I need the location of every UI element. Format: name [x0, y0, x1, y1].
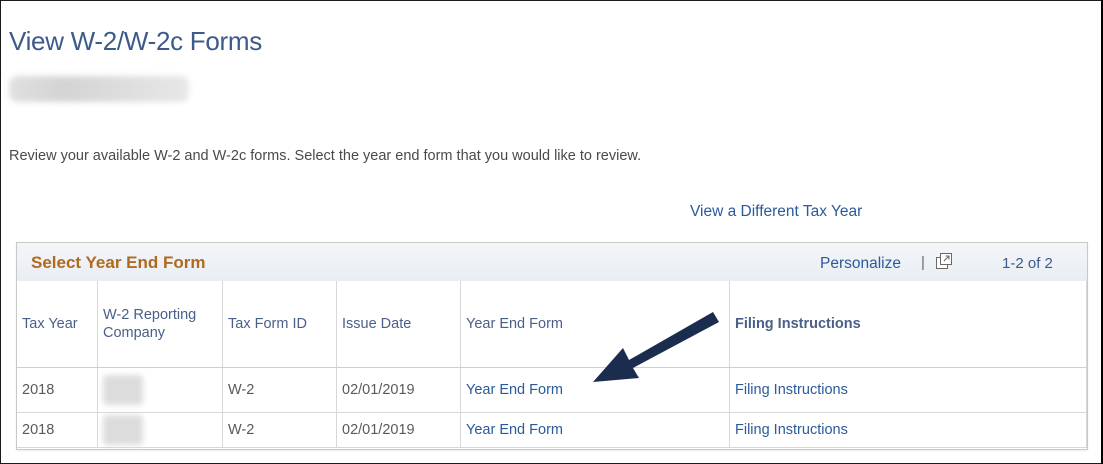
year-end-form-link[interactable]: Year End Form: [460, 412, 730, 448]
grid-header: Select Year End Form Personalize | 1-2 o…: [17, 243, 1087, 282]
annotation-arrow-icon: [593, 312, 719, 382]
redacted-company: [103, 375, 143, 405]
cell-tax-form-id: W-2: [222, 412, 337, 448]
grid-title: Select Year End Form: [31, 253, 206, 272]
personalize-link[interactable]: Personalize: [820, 255, 901, 273]
cell-tax-year: 2018: [17, 412, 98, 448]
row-count: 1-2 of 2: [1002, 255, 1053, 272]
filing-instructions-link[interactable]: Filing Instructions: [729, 412, 1087, 448]
redacted-company: [103, 415, 143, 445]
cell-tax-form-id: W-2: [222, 367, 337, 413]
table-header-row: Tax Year W-2 Reporting Company Tax Form …: [17, 281, 1087, 368]
filing-instructions-link[interactable]: Filing Instructions: [729, 367, 1087, 413]
col-header-tax-form-id[interactable]: Tax Form ID: [222, 281, 337, 368]
header-separator: |: [921, 254, 925, 271]
col-header-issue-date[interactable]: Issue Date: [336, 281, 461, 368]
cell-issue-date: 02/01/2019: [336, 412, 461, 448]
page-title: View W-2/W-2c Forms: [9, 26, 262, 56]
popout-window-icon[interactable]: [935, 252, 953, 270]
col-header-filing-instructions: Filing Instructions: [729, 281, 1087, 368]
page-description: Review your available W-2 and W-2c forms…: [9, 148, 642, 164]
cell-reporting-company: [97, 412, 223, 448]
redacted-employee-name: [9, 76, 189, 102]
cell-issue-date: 02/01/2019: [336, 367, 461, 413]
table-row: 2018 W-2 02/01/2019 Year End Form Filing…: [17, 367, 1087, 413]
year-end-form-grid: Select Year End Form Personalize | 1-2 o…: [16, 242, 1088, 450]
view-different-tax-year-link[interactable]: View a Different Tax Year: [690, 203, 862, 221]
cell-reporting-company: [97, 367, 223, 413]
year-end-form-table: Tax Year W-2 Reporting Company Tax Form …: [17, 281, 1087, 448]
cell-tax-year: 2018: [17, 367, 98, 413]
table-row: 2018 W-2 02/01/2019 Year End Form Filing…: [17, 412, 1087, 448]
col-header-reporting-company[interactable]: W-2 Reporting Company: [97, 281, 223, 368]
col-header-tax-year[interactable]: Tax Year: [17, 281, 98, 368]
